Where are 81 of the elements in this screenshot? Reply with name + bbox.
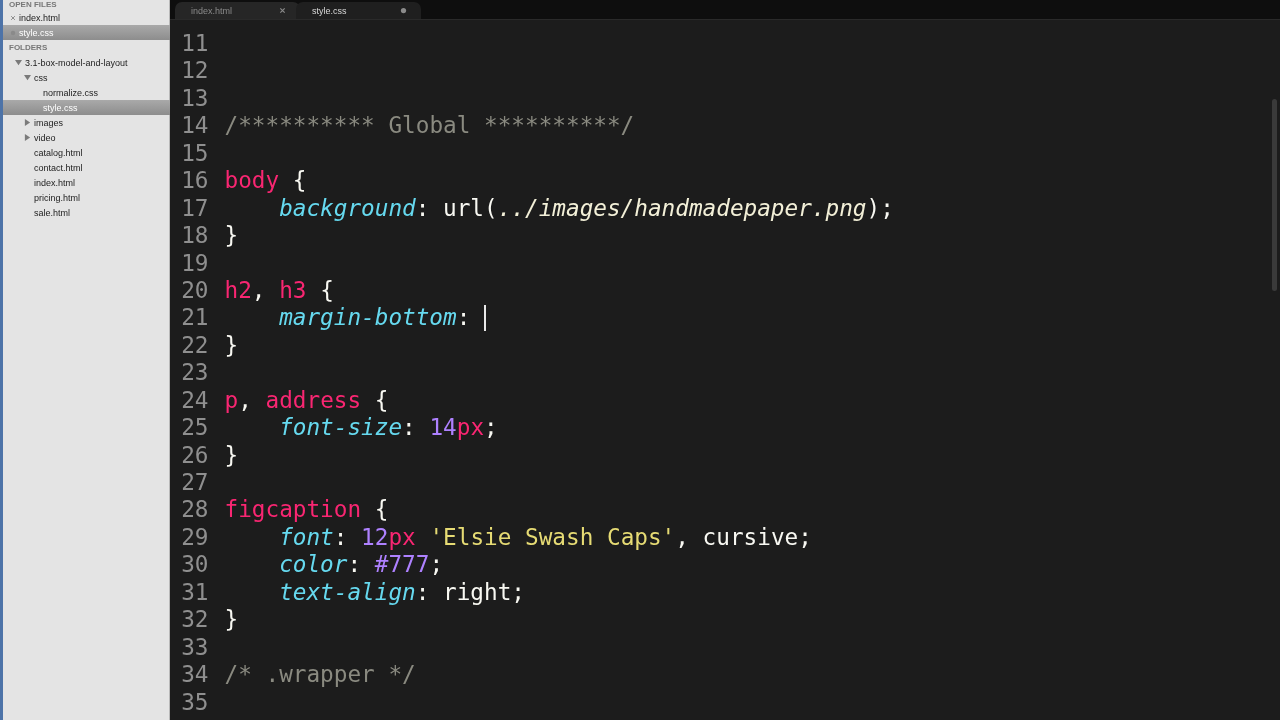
- code-line: body {: [224, 167, 307, 195]
- code-line: /* .wrapper */: [224, 661, 416, 689]
- folder-name: 3.1-box-model-and-layout: [25, 57, 128, 68]
- code-line: p, address {: [224, 386, 389, 415]
- file-name: catalog.html: [34, 147, 83, 158]
- expanded-arrow-icon[interactable]: [15, 59, 22, 66]
- code-line: }: [224, 222, 239, 250]
- line-number: 19: [181, 249, 209, 277]
- code-line: color: #777;: [279, 551, 444, 579]
- line-number: 11: [181, 30, 209, 58]
- file-name: pricing.html: [34, 192, 80, 203]
- line-number: 12: [181, 57, 209, 85]
- line-number: 24: [181, 386, 209, 415]
- line-number: 34: [181, 661, 209, 689]
- line-number: 22: [181, 331, 209, 360]
- collapsed-arrow-icon[interactable]: [24, 134, 31, 141]
- line-number: 32: [181, 606, 209, 634]
- file-item[interactable]: catalog.html: [3, 145, 170, 160]
- line-number: 17: [181, 194, 209, 223]
- folder-item[interactable]: video: [3, 130, 170, 145]
- text-cursor: [484, 305, 486, 332]
- dot-icon[interactable]: [10, 29, 16, 36]
- code-line: }: [224, 331, 239, 360]
- tab-title: style.css: [312, 5, 347, 16]
- file-name: sale.html: [34, 207, 70, 218]
- file-item[interactable]: index.html: [3, 175, 170, 190]
- line-number: 14: [181, 112, 209, 140]
- line-number: 30: [181, 551, 209, 579]
- line-number: 13: [181, 84, 209, 113]
- line-number: 26: [181, 441, 209, 469]
- line-number: 21: [181, 304, 209, 332]
- code-line: font: 12px 'Elsie Swash Caps', cursive;: [279, 523, 812, 552]
- folder-name: css: [34, 72, 48, 83]
- close-icon[interactable]: [279, 7, 286, 14]
- file-name: style.css: [43, 102, 78, 113]
- code-line: h2, h3 {: [224, 276, 334, 305]
- code-line: /********** Global **********/: [224, 112, 635, 140]
- code-line: margin-bottom:: [279, 304, 472, 332]
- code-line: font-size: 14px;: [279, 414, 498, 442]
- folder-name: video: [34, 132, 56, 143]
- file-name: index.html: [19, 12, 61, 23]
- scrollbar-thumb[interactable]: [1272, 99, 1277, 291]
- line-number: 33: [181, 633, 209, 662]
- editor-tab[interactable]: index.html: [175, 2, 300, 19]
- line-number: 15: [181, 139, 209, 168]
- file-name: normalize.css: [43, 87, 98, 98]
- file-item[interactable]: sale.html: [3, 205, 170, 220]
- section-heading: OPEN FILES: [8, 0, 58, 10]
- line-number: 35: [181, 688, 209, 716]
- file-name: index.html: [34, 177, 76, 188]
- line-number: 29: [181, 523, 209, 552]
- folder-name: images: [34, 117, 63, 128]
- expanded-arrow-icon[interactable]: [24, 74, 31, 81]
- line-number: 25: [181, 414, 209, 442]
- open-file-item[interactable]: index.html: [3, 10, 170, 25]
- line-number: 27: [181, 469, 209, 497]
- file-item[interactable]: pricing.html: [3, 190, 170, 205]
- line-number: 16: [181, 167, 209, 195]
- code-line: text-align: right;: [279, 578, 525, 607]
- code-line: }: [224, 441, 239, 469]
- line-number: 23: [181, 359, 209, 387]
- tab-title: index.html: [191, 5, 233, 16]
- collapsed-arrow-icon[interactable]: [24, 119, 31, 126]
- line-number: 31: [181, 578, 209, 607]
- file-name: style.css: [19, 27, 54, 38]
- folder-item[interactable]: 3.1-box-model-and-layout: [3, 55, 170, 70]
- folder-item[interactable]: css: [3, 70, 170, 85]
- file-item[interactable]: normalize.css: [3, 85, 170, 100]
- file-name: contact.html: [34, 162, 83, 173]
- line-number: 20: [181, 276, 209, 305]
- file-item[interactable]: contact.html: [3, 160, 170, 175]
- folder-item[interactable]: images: [3, 115, 170, 130]
- code-line: }: [224, 606, 239, 634]
- line-number: 28: [181, 496, 209, 524]
- code-line: figcaption {: [224, 496, 389, 524]
- line-number: 18: [181, 222, 209, 250]
- close-icon[interactable]: [10, 14, 16, 21]
- editor-tab[interactable]: style.css: [296, 2, 421, 19]
- section-heading: FOLDERS: [8, 42, 49, 54]
- code-line: background: url(../images/handmadepaper.png);: [279, 194, 894, 223]
- dot-icon[interactable]: [400, 7, 407, 14]
